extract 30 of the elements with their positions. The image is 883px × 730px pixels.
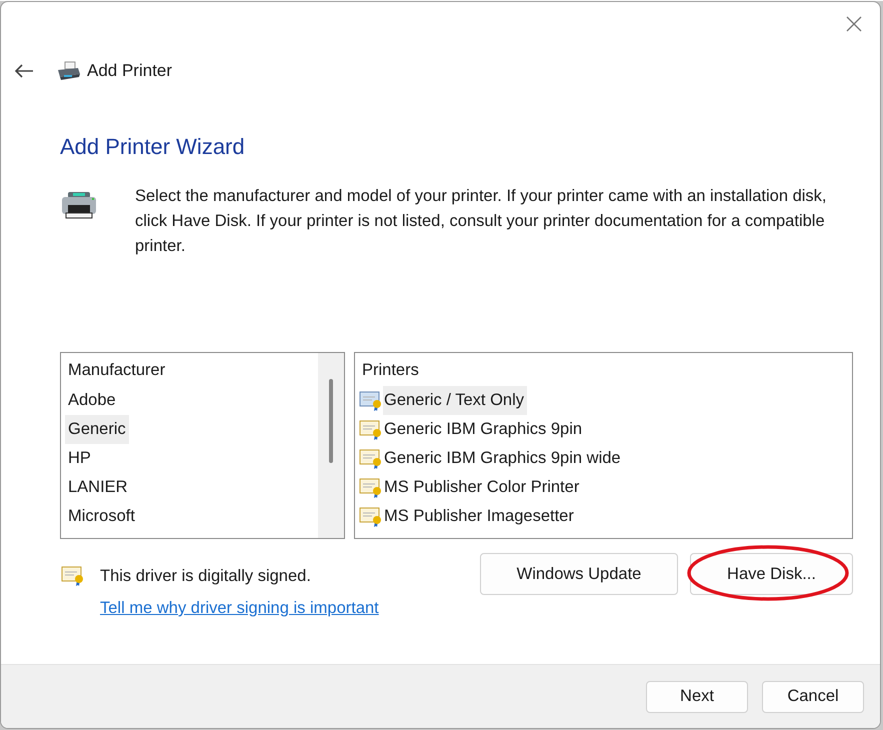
cancel-button[interactable]: Cancel (762, 680, 864, 712)
scrollbar[interactable] (318, 353, 344, 538)
printer-item[interactable]: MS Publisher Color Printer (383, 473, 582, 502)
certificate-icon (359, 506, 383, 528)
manufacturer-item[interactable]: Microsoft (65, 502, 138, 531)
certificate-icon (359, 390, 383, 412)
column-header: Printers (361, 360, 420, 381)
window-title: Add Printer (87, 61, 172, 81)
certificate-icon (61, 565, 85, 587)
manufacturer-item[interactable]: HP (65, 444, 94, 473)
certificate-icon (359, 476, 383, 498)
certificate-icon (359, 418, 383, 440)
disk-button[interactable]: Have Disk... (690, 553, 853, 595)
instruction-text: Select the manufacturer and model of your printer. If your printer came with an installation disk, click Have Disk. If your printer is not listed, consult your printer documentation for a compatible printer. (135, 186, 828, 257)
column-header: Manufacturer (67, 360, 166, 381)
printer-item[interactable]: MS Publisher Imagesetter (383, 502, 577, 531)
update-button[interactable]: Windows Update (480, 553, 678, 595)
signed-status-text: This driver is digitally signed. (100, 566, 311, 586)
printer-item[interactable]: Generic IBM Graphics 9pin (383, 415, 586, 444)
close-icon[interactable] (844, 14, 864, 34)
wizard-heading: Add Printer Wizard (60, 134, 246, 160)
printer-item[interactable]: Generic / Text Only (383, 386, 528, 415)
manufacturer-item[interactable]: LANIER (65, 473, 131, 502)
printer-item[interactable]: Generic IBM Graphics 9pin wide (383, 444, 624, 473)
next-button[interactable]: Next (646, 680, 748, 712)
driver-signing-link[interactable]: Tell me why driver signing is important (100, 599, 379, 618)
manufacturer-item[interactable]: Generic (65, 415, 129, 444)
certificate-icon (359, 448, 383, 470)
printer-icon (57, 61, 81, 81)
manufacturer-item[interactable]: Adobe (65, 386, 119, 415)
